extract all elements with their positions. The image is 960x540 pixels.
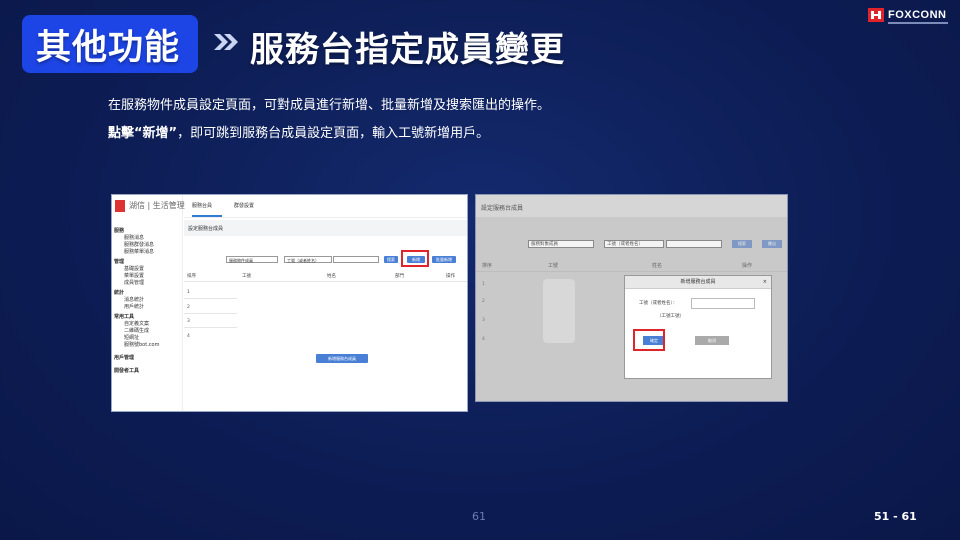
sidebar-menu: 服務 服務消息 服務群發消息 服務菜單消息 管理 基礎設置 菜單設置 成員管理 統計 消息統計 用戶… [114, 225, 182, 375]
search-input[interactable] [666, 240, 722, 248]
sidebar-item[interactable]: 短網址 [114, 335, 182, 342]
column-header: 姓名 [327, 274, 336, 279]
employee-id-input[interactable] [691, 298, 755, 309]
app-brand: 湖信 | 生活管理 [129, 201, 185, 210]
close-icon[interactable]: × [763, 276, 767, 288]
logo-text: FOXCONN [888, 9, 947, 21]
column-header: 操作 [742, 263, 753, 269]
sidebar-item[interactable]: 二維碼生成 [114, 328, 182, 335]
employee-id-label: 工號（或者姓名）： [639, 301, 678, 306]
column-header: 操作 [446, 274, 455, 279]
page-range: 51 - 61 [874, 510, 917, 523]
add-member-button[interactable]: 新增服務台成員 [316, 354, 368, 363]
divider [476, 271, 787, 272]
tab-bar: 服務台員 群發設置 [184, 195, 467, 218]
sidebar-item[interactable]: 菜單設置 [114, 273, 182, 280]
sidebar-item[interactable]: 自定義文案 [114, 321, 182, 328]
sidebar-item[interactable]: 基礎設置 [114, 266, 182, 273]
sidebar-item[interactable]: 消息統計 [114, 297, 182, 304]
logo-underline [888, 22, 948, 24]
table-row: 2 [482, 299, 485, 304]
export-button[interactable]: 匯出 [762, 240, 782, 248]
table-row: 2 [187, 305, 190, 310]
sidebar-bottom-item[interactable]: 開發者工具 [114, 368, 182, 375]
foxconn-logo: FOXCONN [868, 8, 947, 22]
add-button-highlight [401, 250, 429, 267]
search-field-select[interactable]: 工號（或者姓名） [604, 240, 664, 248]
divider [184, 281, 467, 282]
double-chevron-icon [214, 34, 238, 50]
tab-members[interactable]: 服務台員 [192, 202, 222, 217]
page-number: 61 [472, 510, 486, 523]
sidebar-group: 統計 [114, 290, 125, 296]
sidebar-item[interactable]: 服務菜單消息 [114, 249, 182, 256]
description-bold: 點擊“新增” [108, 126, 178, 141]
column-header: 排序 [482, 263, 493, 269]
sidebar-item[interactable]: 成員管理 [114, 280, 182, 287]
app-logo-icon [115, 200, 125, 212]
column-header: 工號 [242, 274, 251, 279]
divider [184, 327, 237, 328]
dialog-title-text: 新增服務台成員 [680, 279, 716, 285]
column-header: 工號 [548, 263, 559, 269]
sidebar-item[interactable]: 服務消息 [114, 235, 182, 242]
table-row: 3 [187, 319, 190, 324]
sidebar-group: 管理 [114, 259, 125, 265]
add-member-dialog: 新增服務台成員 × 工號（或者姓名）： （工號工號） 確定 取消 [624, 275, 772, 379]
section-badge-label: 其他功能 [36, 27, 181, 68]
cancel-button[interactable]: 取消 [695, 336, 729, 345]
sidebar-group: 服務 [114, 228, 125, 234]
breadcrumb: 設定服務台成員 [184, 220, 467, 236]
foxconn-logo-icon [868, 8, 884, 22]
description-line-1: 在服務物件成員設定頁面，可對成員進行新增、批量新增及搜索匯出的操作。 [108, 98, 551, 113]
divider [184, 313, 237, 314]
page-title: 服務台指定成員變更 [250, 30, 565, 70]
sidebar: 湖信 | 生活管理 服務 服務消息 服務群發消息 服務菜單消息 管理 基礎設置 菜單設置 成員… [112, 195, 185, 411]
table-row: 3 [482, 318, 485, 323]
description-rest: ，即可跳到服務台成員設定頁面，輸入工號新增用戶。 [177, 126, 490, 141]
member-type-select[interactable]: 服務物件成員 [226, 256, 278, 263]
confirm-button-highlight [633, 329, 665, 351]
member-type-select[interactable]: 服務對象成員 [528, 240, 594, 248]
sidebar-bottom-item[interactable]: 用戶管理 [114, 355, 182, 362]
sidebar-group: 常用工具 [114, 314, 135, 320]
table-row: 4 [482, 337, 485, 342]
table-row: 4 [187, 334, 190, 339]
screenshot-member-list: 湖信 | 生活管理 服務 服務消息 服務群發消息 服務菜單消息 管理 基礎設置 菜單設置 成員… [111, 194, 468, 412]
column-header: 部門 [395, 274, 404, 279]
column-header: 姓名 [652, 263, 663, 269]
description-line-2: 點擊“新增”，即可跳到服務台成員設定頁面，輸入工號新增用戶。 [108, 122, 489, 141]
panel-header: 設定服務台成員 [476, 195, 787, 217]
search-input[interactable] [333, 256, 379, 263]
search-button[interactable]: 搜索 [732, 240, 752, 248]
table-row: 1 [482, 282, 485, 287]
divider [184, 298, 237, 299]
column-header: 排序 [187, 274, 196, 279]
sidebar-item[interactable]: 服務群發消息 [114, 242, 182, 249]
screenshot-add-dialog: 設定服務台成員 服務對象成員 工號（或者姓名） 搜索 匯出 排序 工號 姓名 操… [475, 194, 788, 402]
sidebar-item[interactable]: 服務號bot.com [114, 342, 182, 349]
batch-add-button[interactable]: 批量新增 [432, 256, 456, 263]
employee-id-hint: （工號工號） [657, 314, 684, 319]
dialog-title: 新增服務台成員 × [625, 276, 771, 289]
blurred-placeholder [543, 279, 575, 343]
tab-broadcast[interactable]: 群發設置 [234, 202, 254, 209]
section-badge: 其他功能 [22, 15, 198, 73]
search-field-select[interactable]: 工號（或者姓名） [284, 256, 332, 263]
sidebar-item[interactable]: 用戶統計 [114, 304, 182, 311]
search-button[interactable]: 搜索 [384, 256, 398, 263]
table-row: 1 [187, 290, 190, 295]
